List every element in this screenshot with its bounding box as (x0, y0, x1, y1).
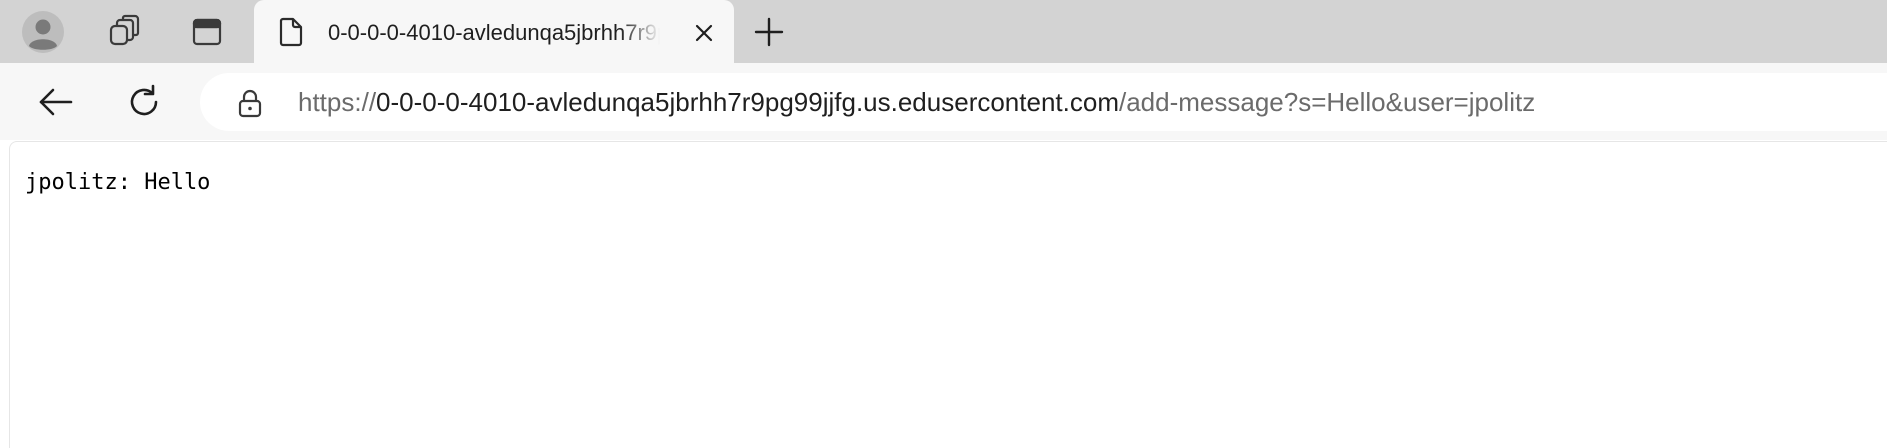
close-icon[interactable] (690, 19, 718, 47)
refresh-button[interactable] (119, 77, 169, 127)
address-bar[interactable]: https://0-0-0-0-4010-avledunqa5jbrhh7r9p… (200, 73, 1887, 131)
tab-title: 0-0-0-0-4010-avledunqa5jbrhh7r9pg99jjfg.… (328, 20, 660, 45)
page-content: jpolitz: Hello (9, 141, 1887, 448)
page-icon (278, 17, 304, 47)
back-button[interactable] (31, 77, 81, 127)
url-path: /add-message?s=Hello&user=jpolitz (1118, 87, 1536, 117)
tab-strip: 0-0-0-0-4010-avledunqa5jbrhh7r9pg99jjfg.… (0, 0, 1887, 64)
browser-window: 0-0-0-0-4010-avledunqa5jbrhh7r9pg99jjfg.… (0, 0, 1887, 448)
vertical-tabs-icon (191, 16, 223, 48)
workspaces-icon (106, 14, 142, 50)
vertical-tabs-button[interactable] (182, 7, 232, 57)
profile-avatar-icon (21, 10, 65, 54)
profile-button[interactable] (18, 7, 68, 57)
message-text: jpolitz: Hello (25, 170, 211, 195)
workspaces-button[interactable] (99, 7, 149, 57)
back-arrow-icon (38, 87, 74, 117)
refresh-icon (126, 84, 162, 120)
lock-icon[interactable] (235, 88, 265, 118)
tab-active[interactable]: 0-0-0-0-4010-avledunqa5jbrhh7r9pg99jjfg.… (254, 0, 734, 64)
url-text[interactable]: https://0-0-0-0-4010-avledunqa5jbrhh7r9p… (298, 87, 1535, 117)
navigation-toolbar: https://0-0-0-0-4010-avledunqa5jbrhh7r9p… (0, 63, 1887, 140)
url-host: 0-0-0-0-4010-avledunqa5jbrhh7r9pg99jjfg.… (376, 87, 1119, 117)
new-tab-button[interactable] (744, 7, 794, 57)
plus-icon (754, 17, 784, 47)
url-scheme: https:// (298, 87, 377, 117)
